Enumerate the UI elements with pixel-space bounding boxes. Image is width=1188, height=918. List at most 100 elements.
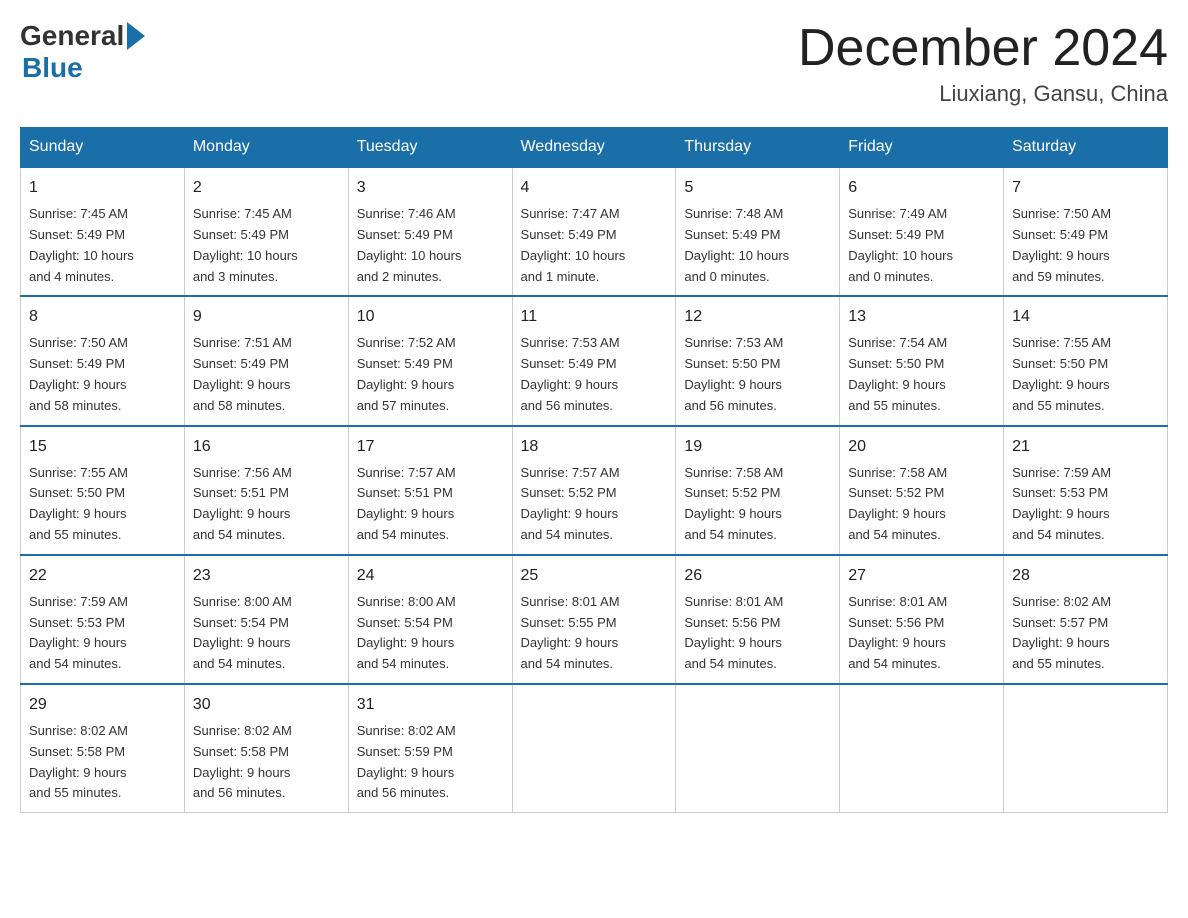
day-number: 4 <box>521 176 668 200</box>
day-number: 26 <box>684 564 831 588</box>
logo: General Blue <box>20 20 145 84</box>
calendar-week-row: 8 Sunrise: 7:50 AMSunset: 5:49 PMDaylight… <box>21 296 1168 425</box>
day-number: 17 <box>357 435 504 459</box>
calendar-day-5: 5 Sunrise: 7:48 AMSunset: 5:49 PMDaylight… <box>676 167 840 296</box>
day-info: Sunrise: 7:59 AMSunset: 5:53 PMDaylight:… <box>29 592 176 675</box>
calendar-day-29: 29 Sunrise: 8:02 AMSunset: 5:58 PMDayligh… <box>21 684 185 813</box>
calendar-table: SundayMondayTuesdayWednesdayThursdayFrid… <box>20 127 1168 813</box>
day-info: Sunrise: 7:45 AMSunset: 5:49 PMDaylight:… <box>193 204 340 287</box>
day-info: Sunrise: 7:49 AMSunset: 5:49 PMDaylight:… <box>848 204 995 287</box>
day-info: Sunrise: 8:02 AMSunset: 5:58 PMDaylight:… <box>29 721 176 804</box>
weekday-header-wednesday: Wednesday <box>512 128 676 168</box>
weekday-header-saturday: Saturday <box>1004 128 1168 168</box>
day-number: 9 <box>193 305 340 329</box>
day-number: 5 <box>684 176 831 200</box>
day-info: Sunrise: 7:59 AMSunset: 5:53 PMDaylight:… <box>1012 463 1159 546</box>
calendar-day-8: 8 Sunrise: 7:50 AMSunset: 5:49 PMDaylight… <box>21 296 185 425</box>
calendar-day-25: 25Sunrise: 8:01 AMSunset: 5:55 PMDayligh… <box>512 555 676 684</box>
day-number: 22 <box>29 564 176 588</box>
day-number: 8 <box>29 305 176 329</box>
day-info: Sunrise: 7:54 AMSunset: 5:50 PMDaylight:… <box>848 333 995 416</box>
weekday-header-sunday: Sunday <box>21 128 185 168</box>
calendar-day-15: 15Sunrise: 7:55 AMSunset: 5:50 PMDayligh… <box>21 426 185 555</box>
calendar-day-1: 1 Sunrise: 7:45 AMSunset: 5:49 PMDaylight… <box>21 167 185 296</box>
calendar-week-row: 15Sunrise: 7:55 AMSunset: 5:50 PMDayligh… <box>21 426 1168 555</box>
day-info: Sunrise: 7:50 AMSunset: 5:49 PMDaylight:… <box>1012 204 1159 287</box>
calendar-day-4: 4 Sunrise: 7:47 AMSunset: 5:49 PMDaylight… <box>512 167 676 296</box>
calendar-day-19: 19Sunrise: 7:58 AMSunset: 5:52 PMDayligh… <box>676 426 840 555</box>
day-number: 15 <box>29 435 176 459</box>
day-number: 28 <box>1012 564 1159 588</box>
logo-arrow-icon <box>124 22 145 50</box>
day-number: 13 <box>848 305 995 329</box>
calendar-day-13: 13 Sunrise: 7:54 AMSunset: 5:50 PMDayligh… <box>840 296 1004 425</box>
calendar-empty <box>1004 684 1168 813</box>
day-number: 10 <box>357 305 504 329</box>
day-info: Sunrise: 8:00 AMSunset: 5:54 PMDaylight:… <box>193 592 340 675</box>
calendar-header-row: SundayMondayTuesdayWednesdayThursdayFrid… <box>21 128 1168 168</box>
day-number: 14 <box>1012 305 1159 329</box>
day-number: 1 <box>29 176 176 200</box>
day-info: Sunrise: 7:57 AMSunset: 5:52 PMDaylight:… <box>521 463 668 546</box>
calendar-day-30: 30 Sunrise: 8:02 AMSunset: 5:58 PMDayligh… <box>184 684 348 813</box>
day-number: 19 <box>684 435 831 459</box>
day-number: 23 <box>193 564 340 588</box>
weekday-header-tuesday: Tuesday <box>348 128 512 168</box>
day-info: Sunrise: 8:00 AMSunset: 5:54 PMDaylight:… <box>357 592 504 675</box>
day-info: Sunrise: 7:57 AMSunset: 5:51 PMDaylight:… <box>357 463 504 546</box>
day-number: 21 <box>1012 435 1159 459</box>
day-number: 30 <box>193 693 340 717</box>
day-info: Sunrise: 8:02 AMSunset: 5:57 PMDaylight:… <box>1012 592 1159 675</box>
day-info: Sunrise: 7:55 AMSunset: 5:50 PMDaylight:… <box>1012 333 1159 416</box>
calendar-day-28: 28 Sunrise: 8:02 AMSunset: 5:57 PMDayligh… <box>1004 555 1168 684</box>
calendar-day-9: 9 Sunrise: 7:51 AMSunset: 5:49 PMDaylight… <box>184 296 348 425</box>
calendar-empty <box>512 684 676 813</box>
location-title: Liuxiang, Gansu, China <box>798 81 1168 107</box>
day-number: 7 <box>1012 176 1159 200</box>
day-number: 18 <box>521 435 668 459</box>
day-info: Sunrise: 8:02 AMSunset: 5:58 PMDaylight:… <box>193 721 340 804</box>
month-title: December 2024 <box>798 20 1168 77</box>
day-info: Sunrise: 8:02 AMSunset: 5:59 PMDaylight:… <box>357 721 504 804</box>
day-info: Sunrise: 7:51 AMSunset: 5:49 PMDaylight:… <box>193 333 340 416</box>
day-info: Sunrise: 8:01 AMSunset: 5:55 PMDaylight:… <box>521 592 668 675</box>
day-number: 3 <box>357 176 504 200</box>
calendar-day-21: 21 Sunrise: 7:59 AMSunset: 5:53 PMDayligh… <box>1004 426 1168 555</box>
calendar-day-27: 27Sunrise: 8:01 AMSunset: 5:56 PMDayligh… <box>840 555 1004 684</box>
day-number: 27 <box>848 564 995 588</box>
calendar-week-row: 22 Sunrise: 7:59 AMSunset: 5:53 PMDayligh… <box>21 555 1168 684</box>
day-info: Sunrise: 7:53 AMSunset: 5:50 PMDaylight:… <box>684 333 831 416</box>
day-number: 20 <box>848 435 995 459</box>
day-info: Sunrise: 7:45 AMSunset: 5:49 PMDaylight:… <box>29 204 176 287</box>
weekday-header-monday: Monday <box>184 128 348 168</box>
day-info: Sunrise: 8:01 AMSunset: 5:56 PMDaylight:… <box>684 592 831 675</box>
day-info: Sunrise: 7:50 AMSunset: 5:49 PMDaylight:… <box>29 333 176 416</box>
calendar-day-3: 3 Sunrise: 7:46 AMSunset: 5:49 PMDaylight… <box>348 167 512 296</box>
day-number: 24 <box>357 564 504 588</box>
day-number: 29 <box>29 693 176 717</box>
title-block: December 2024 Liuxiang, Gansu, China <box>798 20 1168 107</box>
calendar-day-31: 31 Sunrise: 8:02 AMSunset: 5:59 PMDayligh… <box>348 684 512 813</box>
day-info: Sunrise: 7:58 AMSunset: 5:52 PMDaylight:… <box>848 463 995 546</box>
day-number: 2 <box>193 176 340 200</box>
day-number: 12 <box>684 305 831 329</box>
weekday-header-thursday: Thursday <box>676 128 840 168</box>
day-info: Sunrise: 7:46 AMSunset: 5:49 PMDaylight:… <box>357 204 504 287</box>
calendar-day-14: 14 Sunrise: 7:55 AMSunset: 5:50 PMDayligh… <box>1004 296 1168 425</box>
day-info: Sunrise: 7:48 AMSunset: 5:49 PMDaylight:… <box>684 204 831 287</box>
calendar-day-17: 17 Sunrise: 7:57 AMSunset: 5:51 PMDayligh… <box>348 426 512 555</box>
calendar-empty <box>676 684 840 813</box>
day-number: 6 <box>848 176 995 200</box>
day-info: Sunrise: 7:47 AMSunset: 5:49 PMDaylight:… <box>521 204 668 287</box>
calendar-week-row: 29 Sunrise: 8:02 AMSunset: 5:58 PMDayligh… <box>21 684 1168 813</box>
calendar-day-16: 16 Sunrise: 7:56 AMSunset: 5:51 PMDayligh… <box>184 426 348 555</box>
day-number: 11 <box>521 305 668 329</box>
calendar-day-26: 26 Sunrise: 8:01 AMSunset: 5:56 PMDayligh… <box>676 555 840 684</box>
day-info: Sunrise: 7:53 AMSunset: 5:49 PMDaylight:… <box>521 333 668 416</box>
logo-general-text: General <box>20 20 124 52</box>
calendar-week-row: 1 Sunrise: 7:45 AMSunset: 5:49 PMDaylight… <box>21 167 1168 296</box>
calendar-day-20: 20 Sunrise: 7:58 AMSunset: 5:52 PMDayligh… <box>840 426 1004 555</box>
day-number: 16 <box>193 435 340 459</box>
day-info: Sunrise: 7:56 AMSunset: 5:51 PMDaylight:… <box>193 463 340 546</box>
day-number: 31 <box>357 693 504 717</box>
